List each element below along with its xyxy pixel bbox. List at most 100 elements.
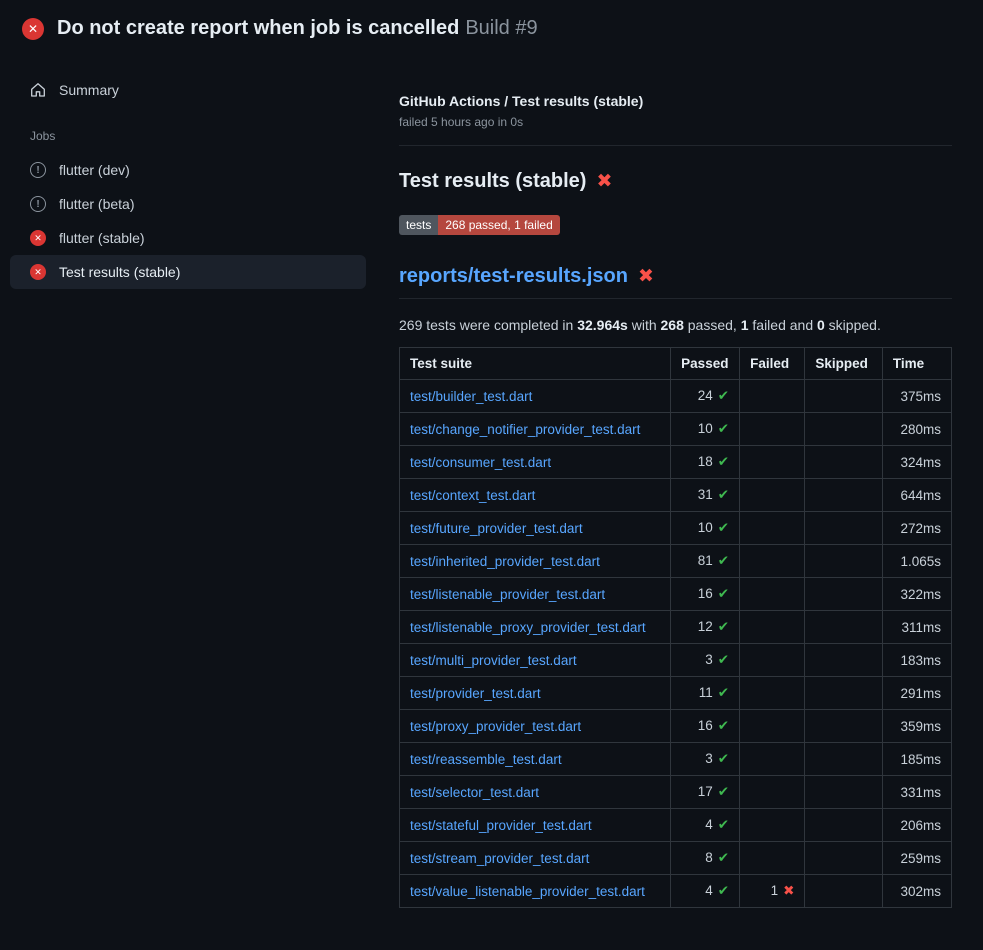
- divider: [399, 145, 952, 146]
- section-title-text: Test results (stable): [399, 170, 586, 193]
- home-icon: [30, 82, 46, 98]
- time-cell: 206ms: [882, 809, 951, 842]
- test-suite-link[interactable]: test/context_test.dart: [410, 488, 535, 503]
- header-failed: Failed: [740, 348, 805, 380]
- time-cell: 324ms: [882, 446, 951, 479]
- sidebar-item-flutter-stable[interactable]: ✕ flutter (stable): [10, 221, 366, 255]
- skipped-cell: [805, 842, 883, 875]
- test-suite-link[interactable]: test/listenable_provider_test.dart: [410, 587, 605, 602]
- skipped-cell: [805, 611, 883, 644]
- test-suite-link[interactable]: test/future_provider_test.dart: [410, 521, 583, 536]
- time-cell: 259ms: [882, 842, 951, 875]
- sidebar-item-label: flutter (stable): [59, 230, 145, 246]
- report-heading: reports/test-results.json ✖: [399, 265, 952, 299]
- test-suite-link[interactable]: test/stream_provider_test.dart: [410, 851, 589, 866]
- skipped-cell: [805, 743, 883, 776]
- section-title: Test results (stable) ✖: [399, 170, 952, 193]
- test-suite-link[interactable]: test/value_listenable_provider_test.dart: [410, 884, 645, 899]
- test-suite-link[interactable]: test/stateful_provider_test.dart: [410, 818, 592, 833]
- time-cell: 302ms: [882, 875, 951, 908]
- jobs-heading: Jobs: [30, 129, 366, 143]
- neutral-status-icon: !: [30, 196, 46, 212]
- test-suite-link[interactable]: test/listenable_proxy_provider_test.dart: [410, 620, 646, 635]
- test-suite-link[interactable]: test/inherited_provider_test.dart: [410, 554, 600, 569]
- passed-cell: 31✔: [671, 479, 740, 512]
- skipped-cell: [805, 875, 883, 908]
- failed-cell: 1✖: [740, 875, 805, 908]
- failed-cell: ✖: [740, 677, 805, 710]
- passed-cell: 8✔: [671, 842, 740, 875]
- header-skipped: Skipped: [805, 348, 883, 380]
- test-suite-link[interactable]: test/consumer_test.dart: [410, 455, 551, 470]
- skipped-cell: [805, 809, 883, 842]
- failed-cell: ✖: [740, 776, 805, 809]
- passed-cell: 18✔: [671, 446, 740, 479]
- report-file-link[interactable]: reports/test-results.json: [399, 265, 628, 288]
- check-icon: ✔: [718, 421, 729, 436]
- check-icon: ✔: [718, 718, 729, 733]
- failed-cell: ✖: [740, 842, 805, 875]
- sidebar-item-summary[interactable]: Summary: [10, 73, 366, 107]
- check-icon: ✔: [718, 619, 729, 634]
- failed-cell: ✖: [740, 743, 805, 776]
- run-meta: failed 5 hours ago in 0s: [399, 115, 952, 129]
- table-row: test/selector_test.dart 17✔ ✖ 331ms: [400, 776, 952, 809]
- time-cell: 272ms: [882, 512, 951, 545]
- table-row: test/builder_test.dart 24✔ ✖ 375ms: [400, 380, 952, 413]
- summary-skipped: 0: [817, 317, 825, 333]
- sidebar-item-label: flutter (dev): [59, 162, 130, 178]
- passed-cell: 16✔: [671, 710, 740, 743]
- passed-cell: 4✔: [671, 875, 740, 908]
- passed-cell: 11✔: [671, 677, 740, 710]
- badge-label: tests: [399, 215, 438, 235]
- breadcrumb: GitHub Actions / Test results (stable): [399, 93, 952, 109]
- table-row: test/consumer_test.dart 18✔ ✖ 324ms: [400, 446, 952, 479]
- run-title: Do not create report when job is cancell…: [57, 17, 459, 39]
- neutral-status-icon: !: [30, 162, 46, 178]
- test-suite-link[interactable]: test/provider_test.dart: [410, 686, 541, 701]
- summary-line: 269 tests were completed in 32.964s with…: [399, 317, 952, 333]
- time-cell: 185ms: [882, 743, 951, 776]
- failed-cell: ✖: [740, 578, 805, 611]
- passed-cell: 81✔: [671, 545, 740, 578]
- table-row: test/stream_provider_test.dart 8✔ ✖ 259m…: [400, 842, 952, 875]
- test-suite-link[interactable]: test/builder_test.dart: [410, 389, 532, 404]
- time-cell: 644ms: [882, 479, 951, 512]
- table-row: test/change_notifier_provider_test.dart …: [400, 413, 952, 446]
- test-suite-link[interactable]: test/reassemble_test.dart: [410, 752, 562, 767]
- x-icon: ✖: [783, 883, 794, 898]
- table-row: test/multi_provider_test.dart 3✔ ✖ 183ms: [400, 644, 952, 677]
- passed-cell: 10✔: [671, 512, 740, 545]
- passed-cell: 3✔: [671, 743, 740, 776]
- passed-cell: 12✔: [671, 611, 740, 644]
- test-suite-link[interactable]: test/change_notifier_provider_test.dart: [410, 422, 640, 437]
- test-suite-link[interactable]: test/proxy_provider_test.dart: [410, 719, 581, 734]
- passed-cell: 24✔: [671, 380, 740, 413]
- build-number: Build #9: [465, 17, 537, 39]
- sidebar-item-label: Test results (stable): [59, 264, 180, 280]
- time-cell: 291ms: [882, 677, 951, 710]
- sidebar-item-label: Summary: [59, 82, 119, 98]
- header-time: Time: [882, 348, 951, 380]
- table-row: test/reassemble_test.dart 3✔ ✖ 185ms: [400, 743, 952, 776]
- passed-cell: 4✔: [671, 809, 740, 842]
- skipped-cell: [805, 578, 883, 611]
- table-row: test/future_provider_test.dart 10✔ ✖ 272…: [400, 512, 952, 545]
- test-suite-link[interactable]: test/selector_test.dart: [410, 785, 539, 800]
- sidebar-item-flutter-dev[interactable]: ! flutter (dev): [10, 153, 366, 187]
- table-row: test/listenable_provider_test.dart 16✔ ✖…: [400, 578, 952, 611]
- summary-duration: 32.964s: [577, 317, 628, 333]
- check-icon: ✔: [718, 388, 729, 403]
- passed-cell: 16✔: [671, 578, 740, 611]
- table-row: test/provider_test.dart 11✔ ✖ 291ms: [400, 677, 952, 710]
- sidebar-item-test-results-stable[interactable]: ✕ Test results (stable): [10, 255, 366, 289]
- time-cell: 183ms: [882, 644, 951, 677]
- table-header-row: Test suite Passed Failed Skipped Time: [400, 348, 952, 380]
- passed-cell: 10✔: [671, 413, 740, 446]
- results-table-body: test/builder_test.dart 24✔ ✖ 375ms test/…: [400, 380, 952, 908]
- test-suite-link[interactable]: test/multi_provider_test.dart: [410, 653, 577, 668]
- passed-cell: 3✔: [671, 644, 740, 677]
- check-icon: ✔: [718, 883, 729, 898]
- sidebar-item-flutter-beta[interactable]: ! flutter (beta): [10, 187, 366, 221]
- header-passed: Passed: [671, 348, 740, 380]
